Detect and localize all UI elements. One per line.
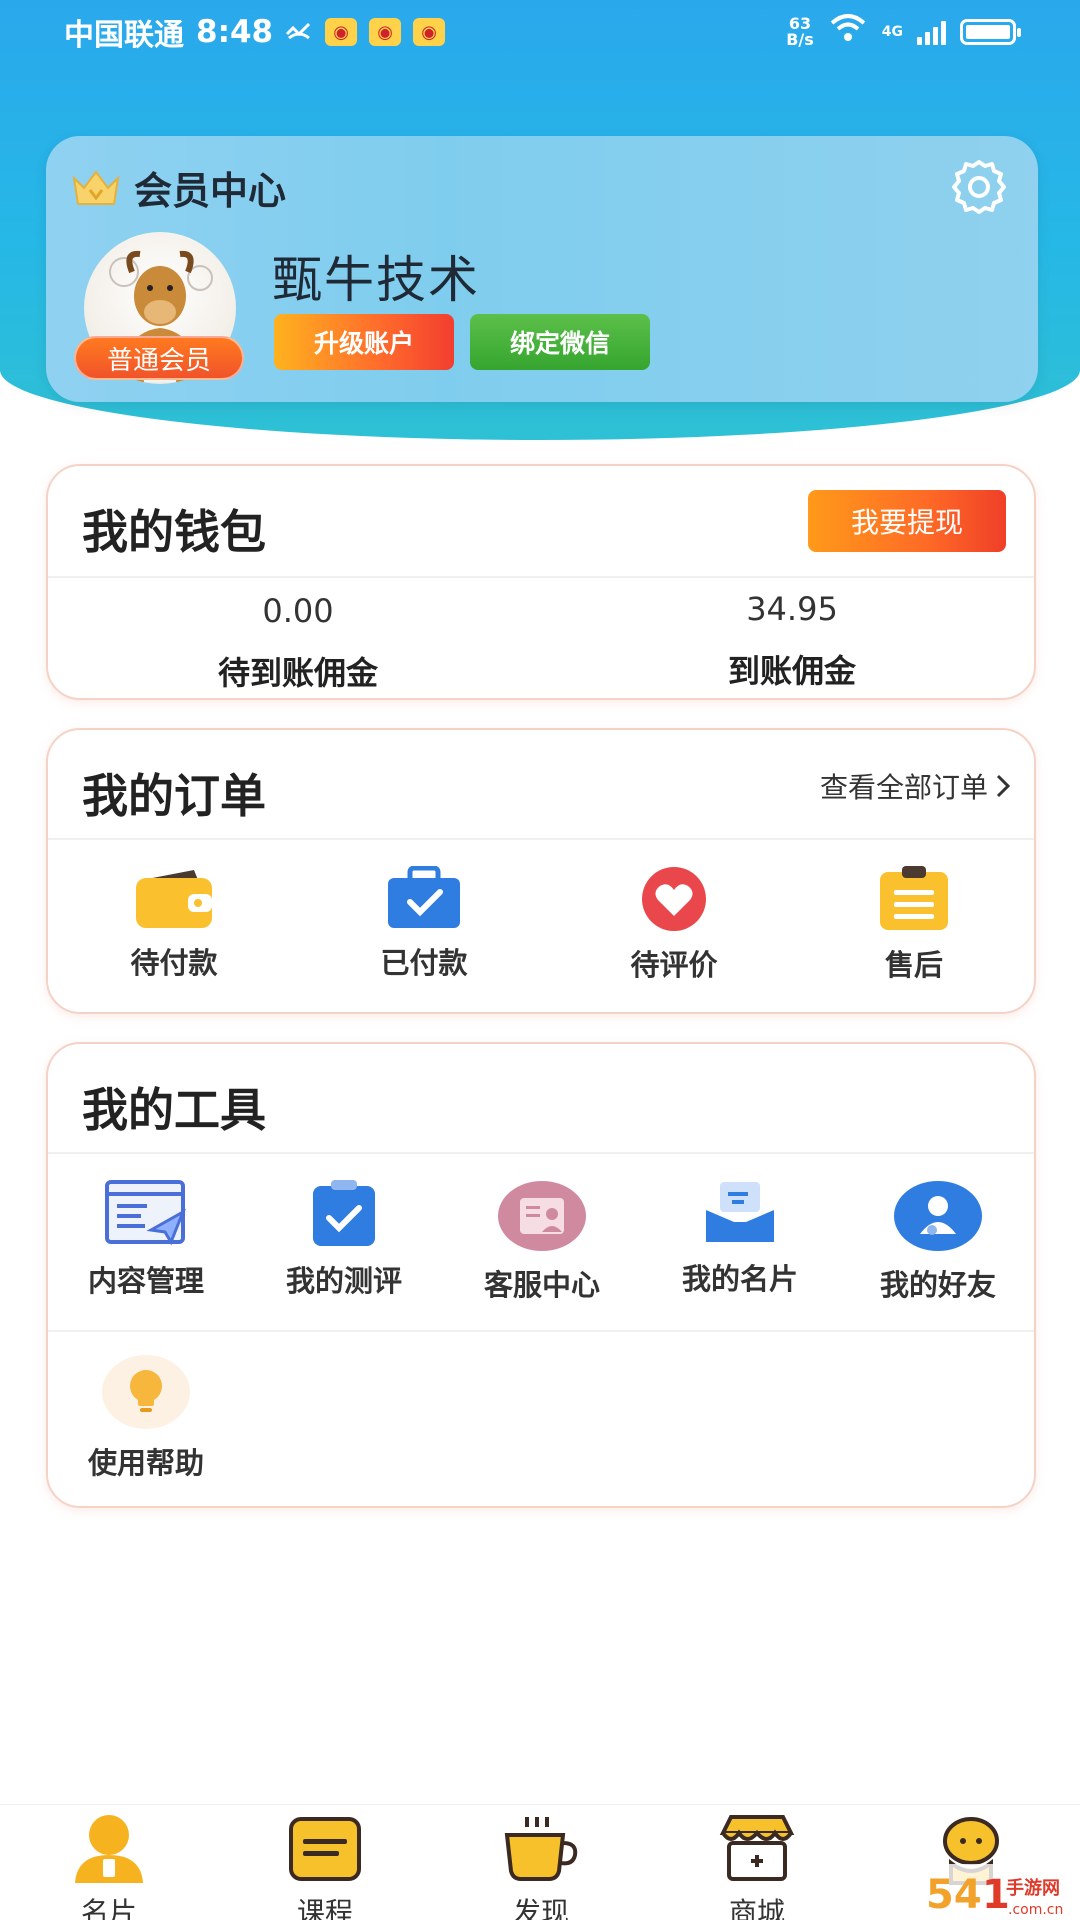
withdraw-button[interactable]: 我要提现 xyxy=(808,490,1006,552)
nav-shop[interactable]: 商城 xyxy=(682,1813,832,1920)
clipboard-icon xyxy=(880,866,948,930)
net-speed-unit: B/s xyxy=(786,30,814,49)
order-after-sales[interactable]: 售后 xyxy=(834,866,994,984)
status-left: 中国联通 8:48 ◉ ◉ ◉ xyxy=(64,10,446,54)
member-level-badge: 普通会员 xyxy=(74,336,244,380)
tools-title: 我的工具 xyxy=(82,1083,266,1137)
app-page: 中国联通 8:48 ◉ ◉ ◉ 63 B/s 4G 会员中心 普通会员 甄牛技术… xyxy=(0,0,1080,1920)
tool-item-label: 我的好友 xyxy=(879,1268,996,1302)
nav-card[interactable]: 名片 xyxy=(34,1813,184,1920)
order-item-label: 已付款 xyxy=(380,946,468,980)
view-all-orders-label: 查看全部订单 xyxy=(819,771,988,804)
tool-customer-service[interactable]: 客服中心 xyxy=(464,1180,620,1304)
received-commission-label: 到账佣金 xyxy=(727,652,856,690)
tool-item-label: 内容管理 xyxy=(87,1264,204,1298)
tool-content-manage[interactable]: 内容管理 xyxy=(68,1180,224,1300)
order-pending-payment[interactable]: 待付款 xyxy=(94,866,254,982)
tool-item-label: 使用帮助 xyxy=(87,1446,204,1480)
order-to-review[interactable]: 待评价 xyxy=(594,866,754,984)
member-center-title: 会员中心 xyxy=(134,169,287,213)
tool-item-label: 我的测评 xyxy=(285,1264,402,1298)
orders-title: 我的订单 xyxy=(82,769,266,823)
tool-my-card[interactable]: 我的名片 xyxy=(662,1180,818,1298)
order-paid[interactable]: 已付款 xyxy=(344,866,504,982)
wallet-title: 我的钱包 xyxy=(82,505,266,559)
missed-call-icon xyxy=(285,15,313,50)
content-manage-icon xyxy=(105,1180,186,1246)
card-holder-icon xyxy=(706,1182,774,1242)
signal-icon xyxy=(917,19,946,45)
order-item-label: 待付款 xyxy=(130,946,218,980)
bulb-icon xyxy=(102,1355,190,1429)
network-type-label: 4G xyxy=(881,24,903,40)
divider xyxy=(48,576,1034,578)
coffee-icon xyxy=(504,1817,578,1881)
weibo-notification-icon: ◉ xyxy=(413,18,446,46)
svg-text:手游网: 手游网 xyxy=(1006,1877,1060,1899)
user-name: 甄牛技术 xyxy=(272,251,480,309)
wallet-panel: 我的钱包 我要提现 0.00 待到账佣金 34.95 到账佣金 xyxy=(46,464,1036,700)
crown-icon xyxy=(72,169,120,205)
wifi-icon xyxy=(828,13,868,51)
heart-icon xyxy=(642,867,706,931)
status-right: 63 B/s 4G xyxy=(786,13,1021,51)
received-commission-value: 34.95 xyxy=(746,590,838,628)
tool-my-evaluation[interactable]: 我的测评 xyxy=(266,1180,422,1300)
wallet-icon xyxy=(136,870,212,928)
bottom-nav: 名片 课程 发现 商城 54 1 手游网 .com.cn xyxy=(0,1804,1080,1920)
gear-icon[interactable] xyxy=(948,156,1010,218)
nav-label: 课程 xyxy=(296,1896,353,1920)
received-commission[interactable]: 34.95 到账佣金 xyxy=(592,590,992,692)
shop-icon xyxy=(719,1815,795,1881)
member-card: 会员中心 普通会员 甄牛技术 升级账户 绑定微信 xyxy=(46,136,1038,402)
nav-label: 名片 xyxy=(80,1896,137,1920)
pending-commission-label: 待到账佣金 xyxy=(217,654,378,692)
tool-help[interactable]: 使用帮助 xyxy=(68,1354,224,1482)
tool-my-friends[interactable]: 我的好友 xyxy=(860,1180,1016,1304)
tool-item-label: 我的名片 xyxy=(681,1262,798,1296)
bind-wechat-button[interactable]: 绑定微信 xyxy=(470,314,650,370)
friend-icon xyxy=(894,1181,982,1251)
service-card-icon xyxy=(498,1181,586,1251)
divider xyxy=(48,838,1034,840)
order-item-label: 售后 xyxy=(884,948,943,982)
clock: 8:48 xyxy=(196,14,274,50)
svg-text:54: 54 xyxy=(926,1872,982,1918)
orders-panel: 我的订单 查看全部订单 待付款 已付款 待评价 售后 xyxy=(46,728,1036,1014)
check-clipboard-icon xyxy=(313,1180,375,1246)
pending-commission[interactable]: 0.00 待到账佣金 xyxy=(98,592,498,694)
site-watermark-logo: 54 1 手游网 .com.cn xyxy=(920,1864,1080,1920)
divider xyxy=(48,1152,1034,1154)
nav-course[interactable]: 课程 xyxy=(250,1813,400,1920)
nav-label: 发现 xyxy=(512,1896,569,1920)
tool-item-label: 客服中心 xyxy=(483,1268,600,1302)
nav-discover[interactable]: 发现 xyxy=(466,1813,616,1920)
battery-icon xyxy=(960,19,1021,45)
view-all-orders-link[interactable]: 查看全部订单 xyxy=(820,766,1010,806)
order-item-label: 待评价 xyxy=(630,948,718,982)
weibo-notification-icon: ◉ xyxy=(325,18,358,46)
paid-bag-icon xyxy=(388,866,460,928)
carrier-label: 中国联通 xyxy=(64,18,184,53)
divider xyxy=(48,1330,1034,1332)
status-bar: 中国联通 8:48 ◉ ◉ ◉ 63 B/s 4G xyxy=(0,0,1080,64)
tools-panel: 我的工具 内容管理 我的测评 客服中心 我的名片 我的好友 使用帮助 xyxy=(46,1042,1036,1508)
person-icon xyxy=(75,1815,143,1883)
chevron-right-icon xyxy=(996,774,1010,798)
nav-label: 商城 xyxy=(728,1896,785,1920)
weibo-notification-icon: ◉ xyxy=(369,18,402,46)
svg-text:.com.cn: .com.cn xyxy=(1008,1902,1063,1918)
net-speed: 63 B/s xyxy=(786,16,814,48)
upgrade-account-button[interactable]: 升级账户 xyxy=(274,314,454,370)
pending-commission-value: 0.00 xyxy=(262,592,334,630)
course-icon xyxy=(289,1817,361,1881)
member-header: 会员中心 xyxy=(70,160,286,215)
